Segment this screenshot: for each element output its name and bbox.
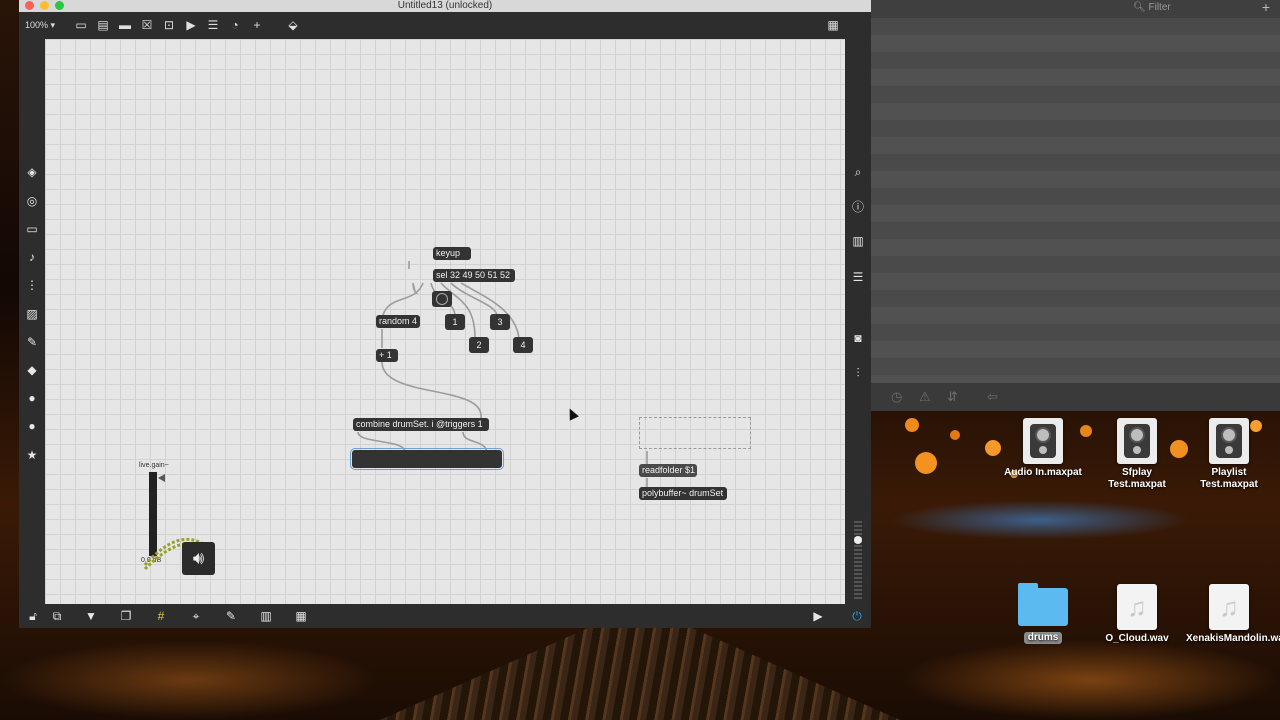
comment-bubble-icon[interactable]: ▼ bbox=[83, 608, 99, 624]
folder-icon bbox=[1018, 583, 1068, 626]
selected-message-box[interactable] bbox=[350, 448, 504, 470]
button-object-icon[interactable]: ☒ bbox=[139, 17, 155, 33]
message-3[interactable]: 3 bbox=[490, 314, 510, 330]
mixer-icon[interactable]: ⫶ bbox=[850, 365, 866, 381]
beap-icon[interactable]: ● bbox=[24, 418, 40, 434]
filter-field[interactable]: 🔍︎ Filter bbox=[1133, 2, 1171, 13]
music-note-icon: ♫ bbox=[1219, 591, 1239, 622]
sort-icon[interactable]: ⇵ bbox=[947, 389, 958, 405]
desktop-folder[interactable]: drums bbox=[998, 582, 1088, 644]
power-icon[interactable]: ⏻ bbox=[849, 608, 865, 624]
polybuffer-object[interactable]: polybuffer~ drumSet bbox=[639, 487, 727, 500]
keyup-object[interactable]: keyup bbox=[433, 247, 471, 260]
search-icon[interactable]: ⌕ bbox=[850, 164, 866, 180]
speaker-file-icon bbox=[1030, 424, 1056, 458]
favorites-icon[interactable]: ★ bbox=[24, 447, 40, 463]
toolbar: 100% ▾ ▭ ▤ ▬ ☒ ⊡ ▶ ☰ ◔ + ⬙ ▦ bbox=[19, 12, 871, 39]
reference-icon[interactable]: ▥ bbox=[850, 233, 866, 249]
film-icon[interactable]: ▭ bbox=[24, 221, 40, 237]
window-title: Untitled13 (unlocked) bbox=[397, 0, 493, 11]
desktop-file[interactable]: Sfplay Test.maxpat bbox=[1092, 418, 1182, 491]
title-bar: Untitled13 (unlocked) bbox=[19, 0, 871, 12]
empty-box[interactable] bbox=[639, 417, 751, 449]
music-note-icon: ♫ bbox=[1127, 591, 1147, 622]
extras-icon[interactable]: ▦ bbox=[293, 608, 309, 624]
add-icon[interactable]: + bbox=[1262, 0, 1270, 15]
message-1[interactable]: 1 bbox=[445, 314, 465, 330]
message-4[interactable]: 4 bbox=[513, 337, 533, 353]
slider-object-icon[interactable]: ☰ bbox=[205, 17, 221, 33]
patcher-window: Untitled13 (unlocked) 100% ▾ ▭ ▤ ▬ ☒ ⊡ ▶… bbox=[19, 0, 871, 628]
patcher-canvas[interactable]: keyup sel 32 49 50 51 52 random 4 1 3 2 … bbox=[45, 39, 845, 604]
target-icon[interactable]: ◎ bbox=[24, 193, 40, 209]
number-object-icon[interactable]: ▶ bbox=[183, 17, 199, 33]
clock-icon[interactable]: ◷ bbox=[891, 389, 902, 405]
toggle-object-icon[interactable]: ⊡ bbox=[161, 17, 177, 33]
add-object-icon[interactable]: + bbox=[249, 17, 265, 33]
desktop-file[interactable]: ♫ XenakisMandolin.wav bbox=[1184, 584, 1280, 645]
filter-bar: 🔍︎ Filter + bbox=[871, 0, 1280, 18]
plugin-icon[interactable]: ◆ bbox=[24, 362, 40, 378]
music-icon[interactable]: ♪ bbox=[24, 249, 40, 265]
lock-icon[interactable]: 🔓︎ bbox=[25, 608, 41, 624]
sidebar-bottom-bar: ◷ ⚠ ⇵ ⇦ bbox=[871, 383, 1280, 411]
live-gain-pointer bbox=[158, 474, 165, 482]
level-meter bbox=[854, 521, 862, 601]
comment-icon[interactable]: ▬ bbox=[117, 17, 133, 33]
image-icon[interactable]: ▨ bbox=[24, 306, 40, 322]
object-box-icon[interactable]: ▭ bbox=[73, 17, 89, 33]
packages-icon[interactable]: ◈ bbox=[24, 164, 40, 180]
speaker-file-icon bbox=[1216, 424, 1242, 458]
bang-button[interactable] bbox=[432, 291, 452, 307]
message-box-icon[interactable]: ▤ bbox=[95, 17, 111, 33]
right-palette: ⌕ ⓘ ▥ ☰ ◙ ⫶ bbox=[845, 39, 871, 604]
back-icon[interactable]: ⇦ bbox=[987, 389, 998, 405]
readfolder-message[interactable]: readfolder $1 bbox=[639, 464, 697, 477]
sequencer-icon[interactable]: ⋮ bbox=[24, 277, 40, 293]
meter-knob[interactable] bbox=[854, 536, 862, 544]
list-icon[interactable]: ☰ bbox=[850, 269, 866, 285]
combine-object[interactable]: combine drumSet. i @triggers 1 bbox=[353, 418, 489, 431]
wrench-icon[interactable]: ✎ bbox=[223, 608, 239, 624]
presentation-icon[interactable]: ⧉ bbox=[49, 608, 65, 624]
message-2[interactable]: 2 bbox=[469, 337, 489, 353]
left-palette: ◈ ◎ ▭ ♪ ⋮ ▨ ✎ ◆ ● ● ★ bbox=[19, 39, 45, 604]
plus-object[interactable]: + 1 bbox=[376, 349, 398, 362]
snapshot-icon[interactable]: ◙ bbox=[850, 330, 866, 346]
windows-icon[interactable]: ❐ bbox=[118, 608, 134, 624]
speaker-icon: 🔊︎ bbox=[192, 548, 205, 568]
warning-icon[interactable]: ⚠ bbox=[919, 389, 931, 405]
grid-icon[interactable]: # bbox=[153, 608, 169, 624]
desktop-file[interactable]: Playlist Test.maxpat bbox=[1184, 418, 1274, 491]
sidebar-panel: 🔍︎ Filter + ◷ ⚠ ⇵ ⇦ bbox=[871, 0, 1280, 411]
sel-object[interactable]: sel 32 49 50 51 52 bbox=[433, 269, 515, 282]
search-icon: 🔍︎ bbox=[1133, 2, 1146, 13]
desktop-file[interactable]: Audio In.maxpat bbox=[998, 418, 1088, 479]
live-gain-label: live.gain~ bbox=[139, 462, 169, 469]
random-object[interactable]: random 4 bbox=[376, 315, 420, 328]
keyboard-icon[interactable]: ▥ bbox=[258, 608, 274, 624]
clip-icon[interactable]: ✎ bbox=[24, 334, 40, 350]
speaker-file-icon bbox=[1124, 424, 1150, 458]
ezdac-button[interactable]: 🔊︎ bbox=[182, 542, 215, 575]
dial-object-icon[interactable]: ◔ bbox=[227, 17, 243, 33]
pier-image bbox=[380, 628, 900, 720]
grid-menu-icon[interactable]: ▦ bbox=[825, 17, 841, 33]
paint-bucket-icon[interactable]: ⬙ bbox=[285, 17, 301, 33]
play-icon[interactable]: ▶ bbox=[810, 608, 826, 624]
sidebar-list bbox=[871, 18, 1280, 383]
bottom-toolbar: 🔓︎ ⧉ ▼ ❐ # ⌖ ✎ ▥ ▦ ▶ ⏻ bbox=[19, 604, 871, 628]
vizzie-icon[interactable]: ● bbox=[24, 390, 40, 406]
snap-icon[interactable]: ⌖ bbox=[188, 608, 204, 624]
zoom-menu[interactable]: 100% ▾ bbox=[25, 20, 55, 31]
desktop-file[interactable]: ♫ O_Cloud.wav bbox=[1092, 584, 1182, 645]
info-icon[interactable]: ⓘ bbox=[850, 199, 866, 215]
